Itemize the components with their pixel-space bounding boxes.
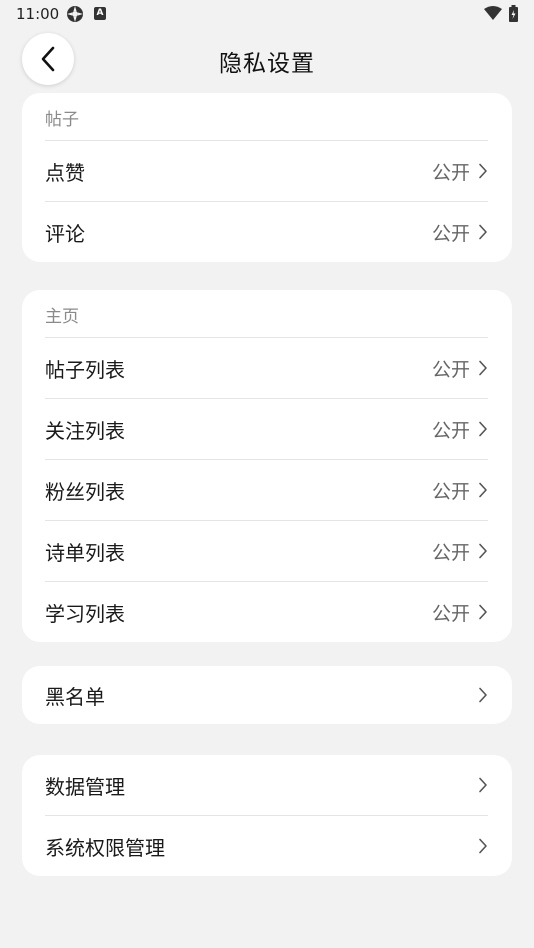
home-privacy-card: 主页 帖子列表 公开 关注列表 公开 粉丝列表 公开 诗单列表 公开 学习列表 … — [22, 290, 512, 642]
a-notification-icon: A — [94, 7, 106, 20]
row-value: 公开 — [431, 222, 470, 245]
row-label: 数据管理 — [45, 774, 125, 799]
row-comments[interactable]: 评论 公开 — [45, 201, 488, 262]
row-blacklist[interactable]: 黑名单 — [45, 666, 488, 724]
gear-icon — [67, 6, 83, 22]
row-poem-list[interactable]: 诗单列表 公开 — [45, 520, 488, 581]
data-management-card: 数据管理 系统权限管理 — [22, 755, 512, 876]
chevron-right-icon — [479, 604, 487, 620]
row-followers-list[interactable]: 粉丝列表 公开 — [45, 459, 488, 520]
row-study-list[interactable]: 学习列表 公开 — [45, 581, 488, 642]
header: 隐私设置 — [0, 30, 534, 90]
row-data-management[interactable]: 数据管理 — [45, 755, 488, 815]
chevron-right-icon — [479, 421, 487, 437]
row-value: 公开 — [431, 480, 470, 503]
row-label: 诗单列表 — [45, 540, 125, 565]
status-bar: 11:00 A — [0, 0, 534, 28]
section-label-posts: 帖子 — [45, 110, 79, 130]
row-label: 粉丝列表 — [45, 479, 125, 504]
row-label: 点赞 — [45, 160, 85, 185]
chevron-right-icon — [479, 543, 487, 559]
blacklist-card: 黑名单 — [22, 666, 512, 724]
chevron-right-icon — [479, 360, 487, 376]
row-label: 评论 — [45, 221, 85, 246]
chevron-right-icon — [479, 777, 487, 793]
post-privacy-card: 帖子 点赞 公开 评论 公开 — [22, 93, 512, 262]
chevron-right-icon — [479, 838, 487, 854]
section-label-home: 主页 — [45, 307, 79, 327]
page-title: 隐私设置 — [219, 51, 315, 77]
chevron-right-icon — [479, 687, 487, 703]
row-following-list[interactable]: 关注列表 公开 — [45, 398, 488, 459]
row-value: 公开 — [431, 358, 470, 381]
chevron-right-icon — [479, 163, 487, 179]
status-time: 11:00 — [16, 5, 60, 23]
row-value: 公开 — [431, 161, 470, 184]
row-likes[interactable]: 点赞 公开 — [45, 140, 488, 201]
row-label: 帖子列表 — [45, 357, 125, 382]
row-value: 公开 — [431, 419, 470, 442]
row-label: 系统权限管理 — [45, 835, 165, 860]
row-system-permissions[interactable]: 系统权限管理 — [45, 815, 488, 876]
row-value: 公开 — [431, 602, 470, 625]
row-post-list[interactable]: 帖子列表 公开 — [45, 337, 488, 398]
row-label: 学习列表 — [45, 601, 125, 626]
wifi-icon — [484, 6, 502, 20]
row-value: 公开 — [431, 541, 470, 564]
row-label: 黑名单 — [45, 684, 105, 709]
battery-icon — [509, 5, 518, 22]
chevron-right-icon — [479, 224, 487, 240]
chevron-right-icon — [479, 482, 487, 498]
row-label: 关注列表 — [45, 418, 125, 443]
